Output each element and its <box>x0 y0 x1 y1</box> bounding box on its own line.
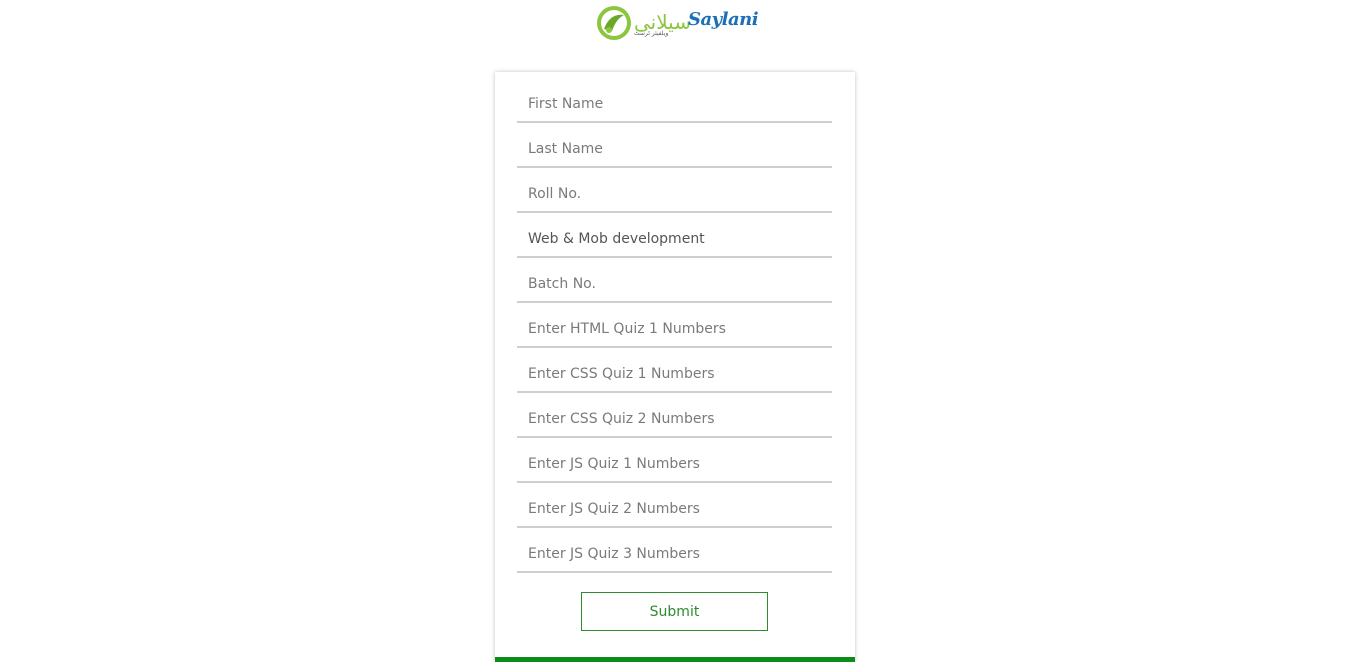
first-name-field-wrapper <box>517 83 832 123</box>
html-quiz-1-input[interactable] <box>517 314 828 344</box>
first-name-input[interactable] <box>517 89 828 119</box>
last-name-input[interactable] <box>517 134 828 164</box>
student-form: Submit <box>495 72 855 662</box>
course-input[interactable] <box>517 224 828 254</box>
batch-no-field-wrapper <box>517 263 832 303</box>
js-quiz-3-input[interactable] <box>517 539 828 569</box>
batch-no-input[interactable] <box>517 269 828 299</box>
last-name-field-wrapper <box>517 128 832 168</box>
css-quiz1-field-wrapper <box>517 353 832 393</box>
card-bottom-accent-bar <box>495 657 855 662</box>
js-quiz2-field-wrapper <box>517 488 832 528</box>
js-quiz1-field-wrapper <box>517 443 832 483</box>
css-quiz2-field-wrapper <box>517 398 832 438</box>
js-quiz-1-input[interactable] <box>517 449 828 479</box>
css-quiz-1-input[interactable] <box>517 359 828 389</box>
css-quiz-2-input[interactable] <box>517 404 828 434</box>
js-quiz-2-input[interactable] <box>517 494 828 524</box>
submit-button[interactable]: Submit <box>581 592 768 631</box>
js-quiz3-field-wrapper <box>517 533 832 573</box>
course-field-wrapper <box>517 218 832 258</box>
logo-sub-text: ویلفیئر ٹرسٹ <box>634 30 669 37</box>
roll-no-input[interactable] <box>517 179 828 209</box>
roll-no-field-wrapper <box>517 173 832 213</box>
logo-brand-text: Saylani <box>688 9 759 30</box>
html-quiz1-field-wrapper <box>517 308 832 348</box>
